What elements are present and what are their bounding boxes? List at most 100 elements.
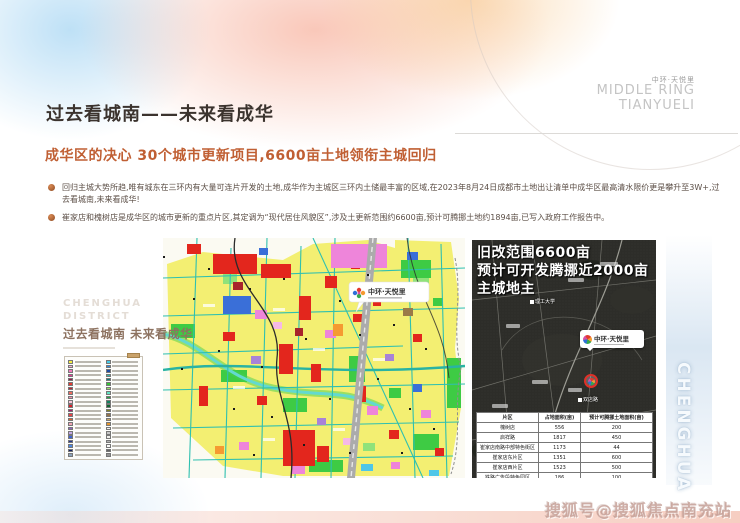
map-label-chip [568,388,582,392]
table-row: 崔家店西片区1523500 [477,463,653,473]
micro-caption [63,347,115,349]
headline-line1: 旧改范围6600亩 [477,244,648,262]
legend-row [68,422,103,426]
legend-color-chip [106,431,111,435]
legend-color-chip [68,435,73,439]
legend-row [68,369,103,373]
legend-label-bar [75,427,101,429]
legend-row [106,440,141,444]
legend-row [106,364,141,368]
legend-row [106,395,141,399]
legend-color-chip [106,396,111,400]
legend-color-chip [68,374,73,378]
legend-color-chip [106,418,111,422]
legend-label-bar [75,379,101,381]
legend-label-bar [75,454,101,456]
legend-column [106,360,141,457]
legend-color-chip [106,400,111,404]
legend-row [106,378,141,382]
legend-color-chip [68,409,73,413]
table-row: 槐树店556200 [477,423,653,433]
legend-color-chip [68,453,73,457]
legend-color-chip [68,444,73,448]
legend-label-bar [112,383,138,385]
legend-label-bar [112,374,138,376]
legend-label-bar [112,361,138,363]
map-label-chip [492,404,508,408]
table-cell: 600 [581,453,653,463]
legend-color-chip [106,404,111,408]
legend-label-bar [112,401,138,403]
table-cell: 铁路广告段特色园区 [477,473,539,479]
legend-color-chip [106,378,111,382]
legend-label-bar [112,410,138,412]
legend-color-chip [68,400,73,404]
watermark-text: 搜狐号@搜狐焦点南充站 [545,497,732,521]
page-title: 过去看城南——未来看成华 [46,100,274,126]
table-row: 铁路广告段特色园区186100 [477,473,653,479]
legend-label-bar [112,370,138,372]
table-row: 崔家店东片区1351600 [477,453,653,463]
headline-line3: 主城地主 [477,280,648,298]
table-header-cell: 片区 [477,413,539,423]
legend-label-bar [75,392,101,394]
map-label: 理工大学 [530,298,555,305]
legend-color-chip [106,449,111,453]
legend-color-chip [68,378,73,382]
legend-row [68,391,103,395]
table-cell: 1523 [539,463,581,473]
bullet-dot-icon [48,214,55,221]
legend-row [68,426,103,430]
header-divider [455,133,738,134]
legend-label-bar [75,374,101,376]
legend-row [68,387,103,391]
map-label-chip [532,380,548,384]
pinwheel-logo-icon [583,335,592,344]
project-location-marker [584,374,598,388]
legend-color-chip [68,396,73,400]
legend-color-chip [68,387,73,391]
legend-color-chip [106,427,111,431]
legend-label-bar [75,423,101,425]
table-cell: 556 [539,423,581,433]
legend-label-bar [75,414,101,416]
district-line2: DISTRICT [63,311,142,324]
legend-color-chip [68,369,73,373]
legend-color-chip [106,391,111,395]
table-cell: 44 [581,443,653,453]
table-header-cell: 预计可腾挪土地面积(亩) [581,413,653,423]
legend-color-chip [68,449,73,453]
slogan-text: 过去看城南 未来看成华 [63,325,193,342]
zoning-map-graphic: 中环·天悦里 [163,238,465,478]
bullet-text: 回归主城大势所趋,唯有城东在三环内有大量可连片开发的土地,成华作为主城区三环内土… [62,183,720,204]
legend-label-bar [75,396,101,398]
table-cell: 崔家店东片区 [477,453,539,463]
table-row: 启祥路1817450 [477,433,653,443]
legend-label-bar [112,365,138,367]
legend-row [106,360,141,364]
legend-row [68,440,103,444]
legend-label-bar [75,370,101,372]
headline-line2: 预计可开发腾挪近2000亩 [477,262,648,280]
legend-row [106,448,141,452]
legend-color-chip [106,440,111,444]
side-vertical-label: CHENGHUA [673,362,693,493]
legend-color-chip [106,365,111,369]
bullet-list: 回归主城大势所趋,唯有城东在三环内有大量可连片开发的土地,成华作为主城区三环内土… [48,182,726,231]
subtitle: 成华区的决心 30个城市更新项目,6600亩土地领衔主城回归 [45,145,437,165]
table-header-row: 片区占地面积(亩)预计可腾挪土地面积(亩) [477,413,653,423]
legend-color-chip [68,365,73,369]
legend-color-chip [106,453,111,457]
table-cell: 500 [581,463,653,473]
map-legend [64,356,143,460]
table-cell: 启祥路 [477,433,539,443]
legend-row [68,364,103,368]
legend-row [68,395,103,399]
label-marker-icon [530,300,534,304]
legend-label-bar [75,449,101,451]
legend-label-bar [112,388,138,390]
legend-row [68,360,103,364]
renewal-table: 片区占地面积(亩)预计可腾挪土地面积(亩)槐树店556200启祥路1817450… [476,412,653,478]
legend-color-chip [68,427,73,431]
callout-subtext-bar [594,344,624,346]
